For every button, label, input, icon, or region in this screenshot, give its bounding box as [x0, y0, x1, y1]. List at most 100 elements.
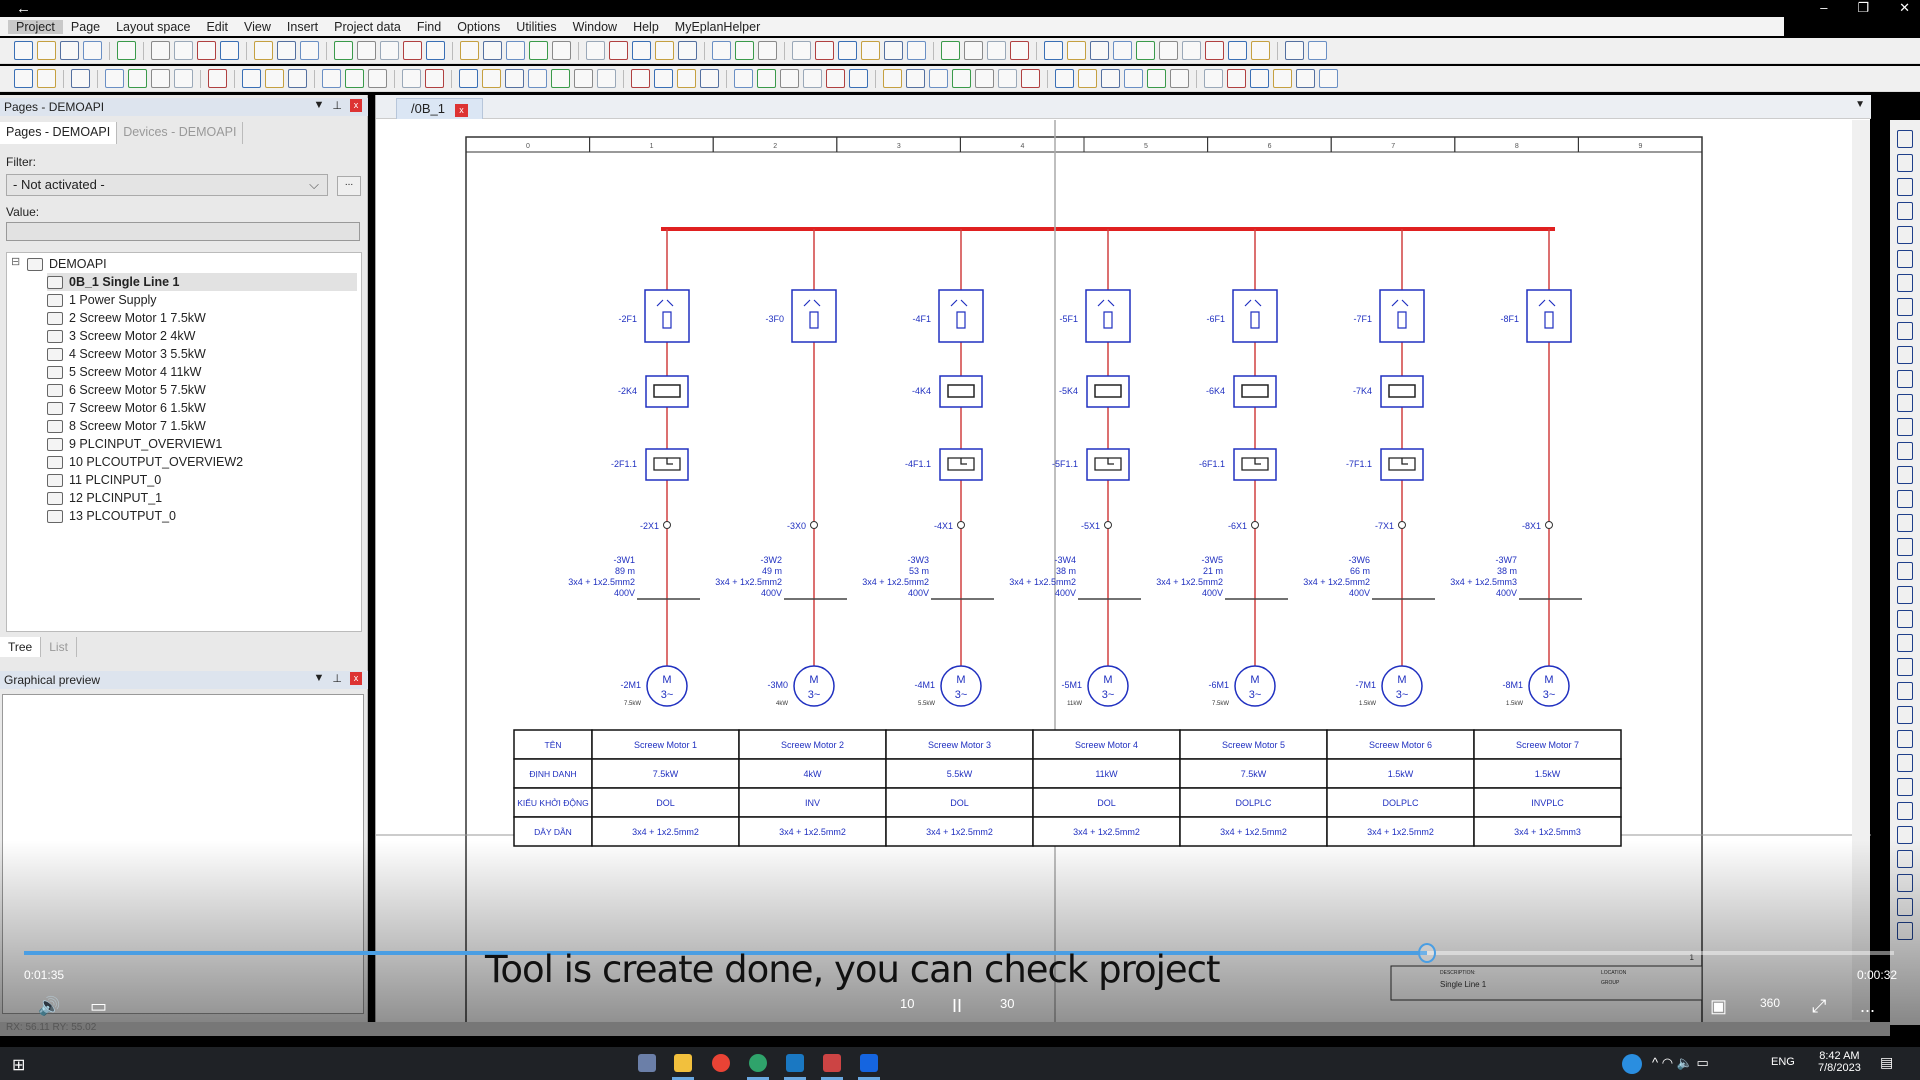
clock[interactable]: 8:42 AM 7/8/2023 — [1818, 1050, 1861, 1074]
toolbar-button-icon[interactable] — [700, 69, 719, 88]
toolbar-button-icon[interactable] — [838, 41, 857, 60]
toolbar-button-icon[interactable] — [105, 69, 124, 88]
rewind-10-button[interactable]: 10 — [900, 996, 914, 1011]
toolbar-button-icon[interactable] — [1204, 69, 1223, 88]
miniplayer-icon[interactable]: ▣ — [1710, 996, 1727, 1017]
toolbar-button-icon[interactable] — [174, 41, 193, 60]
toolbar-button-icon[interactable] — [734, 69, 753, 88]
close-button[interactable]: ✕ — [1899, 0, 1910, 16]
menu-options[interactable]: Options — [449, 20, 508, 34]
toolbar-button-icon[interactable] — [1228, 41, 1247, 60]
value-input[interactable] — [6, 222, 360, 241]
fullscreen-icon[interactable]: ⤢ — [1812, 996, 1826, 1017]
toolbar-button-icon[interactable] — [1101, 69, 1120, 88]
insert-tool-icon[interactable] — [1897, 514, 1913, 532]
toolbar-button-icon[interactable] — [1067, 41, 1086, 60]
toolbar-button-icon[interactable] — [941, 41, 960, 60]
tab-devices[interactable]: Devices - DEMOAPI — [117, 122, 244, 144]
toolbar-button-icon[interactable] — [884, 41, 903, 60]
teamviewer-icon[interactable] — [860, 1054, 878, 1072]
insert-tool-icon[interactable] — [1897, 490, 1913, 508]
toolbar-button-icon[interactable] — [402, 69, 421, 88]
restore-button[interactable]: ❐ — [1857, 0, 1869, 16]
video-player-icon[interactable] — [786, 1054, 804, 1072]
eplan-icon[interactable] — [823, 1054, 841, 1072]
toolbar-button-icon[interactable] — [883, 69, 902, 88]
toolbar-button-icon[interactable] — [1136, 41, 1155, 60]
tab-0b-1[interactable]: /0B_1 x — [396, 98, 483, 119]
toolbar-button-icon[interactable] — [792, 41, 811, 60]
tree-item[interactable]: 8 Screew Motor 7 1.5kW — [47, 417, 206, 435]
tree-item[interactable]: 1 Power Supply — [47, 291, 157, 309]
toolbar-button-icon[interactable] — [654, 69, 673, 88]
tree-item[interactable]: 0B_1 Single Line 1 — [47, 273, 357, 291]
pause-button[interactable]: II — [952, 996, 962, 1017]
collapse-icon[interactable]: ⊟ — [11, 255, 20, 268]
tree-item[interactable]: 10 PLCOUTPUT_OVERVIEW2 — [47, 453, 243, 471]
toolbar-button-icon[interactable] — [14, 41, 33, 60]
close-icon[interactable]: x — [350, 99, 362, 112]
menu-utilities[interactable]: Utilities — [508, 20, 564, 34]
insert-tool-icon[interactable] — [1897, 610, 1913, 628]
forward-30-button[interactable]: 30 — [1000, 996, 1014, 1011]
seek-handle[interactable] — [1417, 943, 1436, 963]
insert-tool-icon[interactable] — [1897, 154, 1913, 172]
insert-tool-icon[interactable] — [1897, 538, 1913, 556]
toolbar-button-icon[interactable] — [1273, 69, 1292, 88]
toolbar-button-icon[interactable] — [929, 69, 948, 88]
toolbar-button-icon[interactable] — [712, 41, 731, 60]
menu-find[interactable]: Find — [409, 20, 449, 34]
pin-icon[interactable]: ⊥ — [332, 99, 342, 112]
toolbar-button-icon[interactable] — [300, 41, 319, 60]
toolbar-button-icon[interactable] — [1170, 69, 1189, 88]
toolbar-button-icon[interactable] — [1055, 69, 1074, 88]
insert-tool-icon[interactable] — [1897, 442, 1913, 460]
toolbar-button-icon[interactable] — [368, 69, 387, 88]
toolbar-button-icon[interactable] — [506, 41, 525, 60]
toolbar-button-icon[interactable] — [242, 69, 261, 88]
toolbar-button-icon[interactable] — [60, 41, 79, 60]
insert-tool-icon[interactable] — [1897, 682, 1913, 700]
notifications-icon[interactable]: ▤ — [1880, 1054, 1893, 1071]
tree-item[interactable]: 12 PLCINPUT_1 — [47, 489, 162, 507]
close-icon[interactable]: x — [350, 672, 362, 685]
insert-tool-icon[interactable] — [1897, 322, 1913, 340]
insert-tool-icon[interactable] — [1897, 346, 1913, 364]
toolbar-button-icon[interactable] — [37, 69, 56, 88]
insert-tool-icon[interactable] — [1897, 418, 1913, 436]
insert-tool-icon[interactable] — [1897, 250, 1913, 268]
dropdown-icon[interactable]: ▼ — [314, 672, 325, 685]
tree-item[interactable]: 7 Screew Motor 6 1.5kW — [47, 399, 206, 417]
windows-start-icon[interactable]: ⊞ — [12, 1055, 25, 1075]
toolbar-button-icon[interactable] — [1296, 69, 1315, 88]
insert-tool-icon[interactable] — [1897, 562, 1913, 580]
toolbar-button-icon[interactable] — [403, 41, 422, 60]
toolbar-button-icon[interactable] — [803, 69, 822, 88]
toolbar-button-icon[interactable] — [987, 41, 1006, 60]
toolbar-button-icon[interactable] — [632, 41, 651, 60]
toolbar-button-icon[interactable] — [678, 41, 697, 60]
toolbar-button-icon[interactable] — [483, 41, 502, 60]
menu-insert[interactable]: Insert — [279, 20, 326, 34]
toolbar-button-icon[interactable] — [151, 41, 170, 60]
file-explorer-icon[interactable] — [674, 1054, 692, 1072]
toolbar-button-icon[interactable] — [1078, 69, 1097, 88]
toolbar-button-icon[interactable] — [597, 69, 616, 88]
toolbar-button-icon[interactable] — [208, 69, 227, 88]
back-icon[interactable]: ← — [16, 0, 31, 17]
toolbar-button-icon[interactable] — [757, 69, 776, 88]
insert-tool-icon[interactable] — [1897, 370, 1913, 388]
toolbar-button-icon[interactable] — [14, 69, 33, 88]
toolbar-button-icon[interactable] — [1124, 69, 1143, 88]
filter-more-button[interactable]: ... — [337, 176, 361, 196]
captions-icon[interactable]: ▭ — [90, 996, 107, 1017]
insert-tool-icon[interactable] — [1897, 202, 1913, 220]
toolbar-button-icon[interactable] — [586, 41, 605, 60]
tree-item[interactable]: 13 PLCOUTPUT_0 — [47, 507, 176, 525]
tab-tree[interactable]: Tree — [0, 637, 42, 657]
toolbar-button-icon[interactable] — [37, 41, 56, 60]
toolbar-button-icon[interactable] — [849, 69, 868, 88]
toolbar-button-icon[interactable] — [906, 69, 925, 88]
language-indicator[interactable]: ENG — [1771, 1056, 1795, 1068]
close-tab-icon[interactable]: x — [454, 104, 468, 117]
